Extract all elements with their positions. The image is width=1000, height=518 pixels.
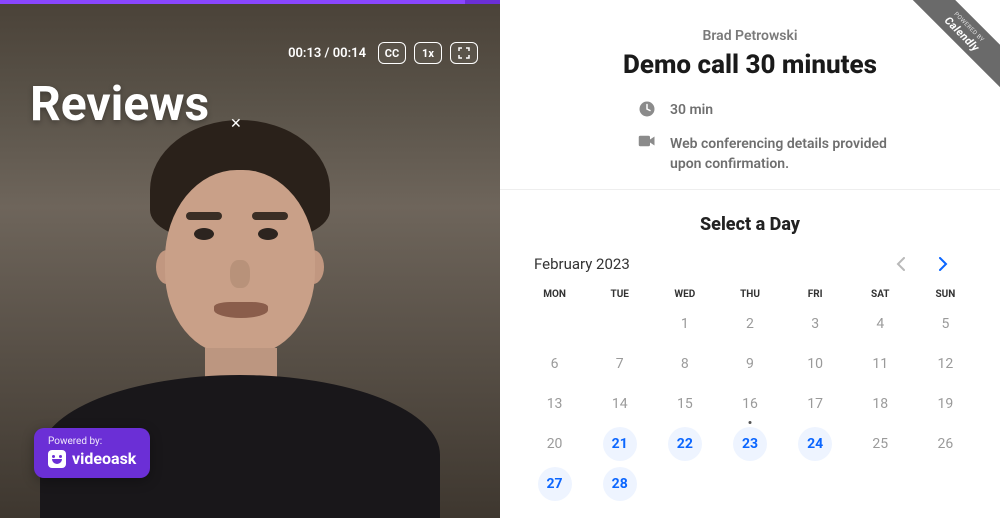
calendar-cell: 10 <box>783 344 848 384</box>
calendar-cell: 20 <box>522 424 587 464</box>
calendar-cell: 18 <box>848 384 913 424</box>
calendar-day: 19 <box>928 387 962 421</box>
calendar-day: 14 <box>603 387 637 421</box>
calendar-day: 4 <box>863 307 897 341</box>
calendar-cell: 19 <box>913 384 978 424</box>
calendar-cell: 3 <box>783 304 848 344</box>
powered-by-label: Powered by: <box>48 436 136 447</box>
next-month-button[interactable] <box>934 253 952 275</box>
calendar-day: 15 <box>668 387 702 421</box>
calendar-day-available[interactable]: 28 <box>603 467 637 501</box>
powered-by-brand: videoask <box>72 449 136 468</box>
calendar-day: 16 <box>733 387 767 421</box>
calendar-day: 3 <box>798 307 832 341</box>
calendar-day: 11 <box>863 347 897 381</box>
calendar-cell: 26 <box>913 424 978 464</box>
calendar-cell[interactable]: 24 <box>783 424 848 464</box>
calendar-cell[interactable]: 21 <box>587 424 652 464</box>
calendar-day: 25 <box>863 427 897 461</box>
calendar-blank <box>587 304 652 344</box>
calendar-grid: 1234567891011121314151617181920212223242… <box>522 304 978 504</box>
calendar-day-available[interactable]: 24 <box>798 427 832 461</box>
calendar-cell: 7 <box>587 344 652 384</box>
calendar-day: 20 <box>538 427 572 461</box>
host-name: Brad Petrowski <box>540 28 960 44</box>
fullscreen-button[interactable] <box>450 42 478 64</box>
meeting-title: Demo call 30 minutes <box>540 50 960 80</box>
duration-text: 30 min <box>670 100 713 120</box>
calendar-cell: 15 <box>652 384 717 424</box>
time-total: 00:14 <box>333 46 366 61</box>
video-title: Reviews <box>30 75 209 132</box>
calendar-cell: 5 <box>913 304 978 344</box>
dow-label: TUE <box>587 289 652 300</box>
dow-label: WED <box>652 289 717 300</box>
month-label: February 2023 <box>534 255 630 273</box>
calendar-cell: 12 <box>913 344 978 384</box>
videoask-logo-icon <box>48 450 66 468</box>
select-day-heading: Select a Day <box>500 214 1000 235</box>
captions-button[interactable]: CC <box>378 42 406 64</box>
calendar-day: 17 <box>798 387 832 421</box>
day-of-week-row: MONTUEWEDTHUFRISATSUN <box>522 289 978 300</box>
calendar-day: 2 <box>733 307 767 341</box>
video-controls: 00:13 / 00:14 CC 1x <box>288 42 478 64</box>
calendar-day: 10 <box>798 347 832 381</box>
calendar-cell: 1 <box>652 304 717 344</box>
prev-month-button[interactable] <box>892 253 910 275</box>
calendar-cell: 11 <box>848 344 913 384</box>
calendar-day-available[interactable]: 22 <box>668 427 702 461</box>
calendar-day: 5 <box>928 307 962 341</box>
powered-by-badge[interactable]: Powered by: videoask <box>34 428 150 478</box>
close-icon[interactable]: ✕ <box>230 116 242 132</box>
calendar-day: 26 <box>928 427 962 461</box>
calendar-day: 6 <box>538 347 572 381</box>
calendar-cell[interactable]: 28 <box>587 464 652 504</box>
calendar-day: 12 <box>928 347 962 381</box>
calendar-day: 8 <box>668 347 702 381</box>
calendar-cell: 9 <box>717 344 782 384</box>
divider <box>500 189 1000 190</box>
meeting-details: 30 min Web conferencing details provided… <box>638 100 1000 175</box>
calendar-cell: 25 <box>848 424 913 464</box>
conference-note: Web conferencing details provided upon c… <box>670 134 920 175</box>
calendar-day: 13 <box>538 387 572 421</box>
dow-label: MON <box>522 289 587 300</box>
calendar-day: 18 <box>863 387 897 421</box>
dow-label: THU <box>717 289 782 300</box>
calendar-day: 1 <box>668 307 702 341</box>
scheduling-panel: Powered by Calendly Brad Petrowski Demo … <box>500 0 1000 518</box>
calendar-cell[interactable]: 23 <box>717 424 782 464</box>
calendar-blank <box>522 304 587 344</box>
calendar-day: 9 <box>733 347 767 381</box>
dow-label: SUN <box>913 289 978 300</box>
calendar-cell: 13 <box>522 384 587 424</box>
calendar-cell[interactable]: 27 <box>522 464 587 504</box>
calendar-day: 7 <box>603 347 637 381</box>
calendar-cell: 4 <box>848 304 913 344</box>
time-current: 00:13 <box>288 46 321 61</box>
calendar-cell: 17 <box>783 384 848 424</box>
calendar-cell: 16 <box>717 384 782 424</box>
video-progress-track[interactable] <box>0 0 500 4</box>
clock-icon <box>638 100 656 122</box>
dow-label: FRI <box>783 289 848 300</box>
video-panel: Reviews ✕ 00:13 / 00:14 CC 1x Powered by… <box>0 0 500 518</box>
video-timecode: 00:13 / 00:14 <box>288 46 366 61</box>
video-progress-fill <box>0 0 465 4</box>
calendar-cell[interactable]: 22 <box>652 424 717 464</box>
calendar-cell: 6 <box>522 344 587 384</box>
calendar-day-available[interactable]: 21 <box>603 427 637 461</box>
calendar-cell: 14 <box>587 384 652 424</box>
video-icon <box>638 134 656 152</box>
calendar-day-available[interactable]: 27 <box>538 467 572 501</box>
calendar-day-available[interactable]: 23 <box>733 427 767 461</box>
calendar-cell: 2 <box>717 304 782 344</box>
speed-button[interactable]: 1x <box>414 42 442 64</box>
calendar-cell: 8 <box>652 344 717 384</box>
dow-label: SAT <box>848 289 913 300</box>
